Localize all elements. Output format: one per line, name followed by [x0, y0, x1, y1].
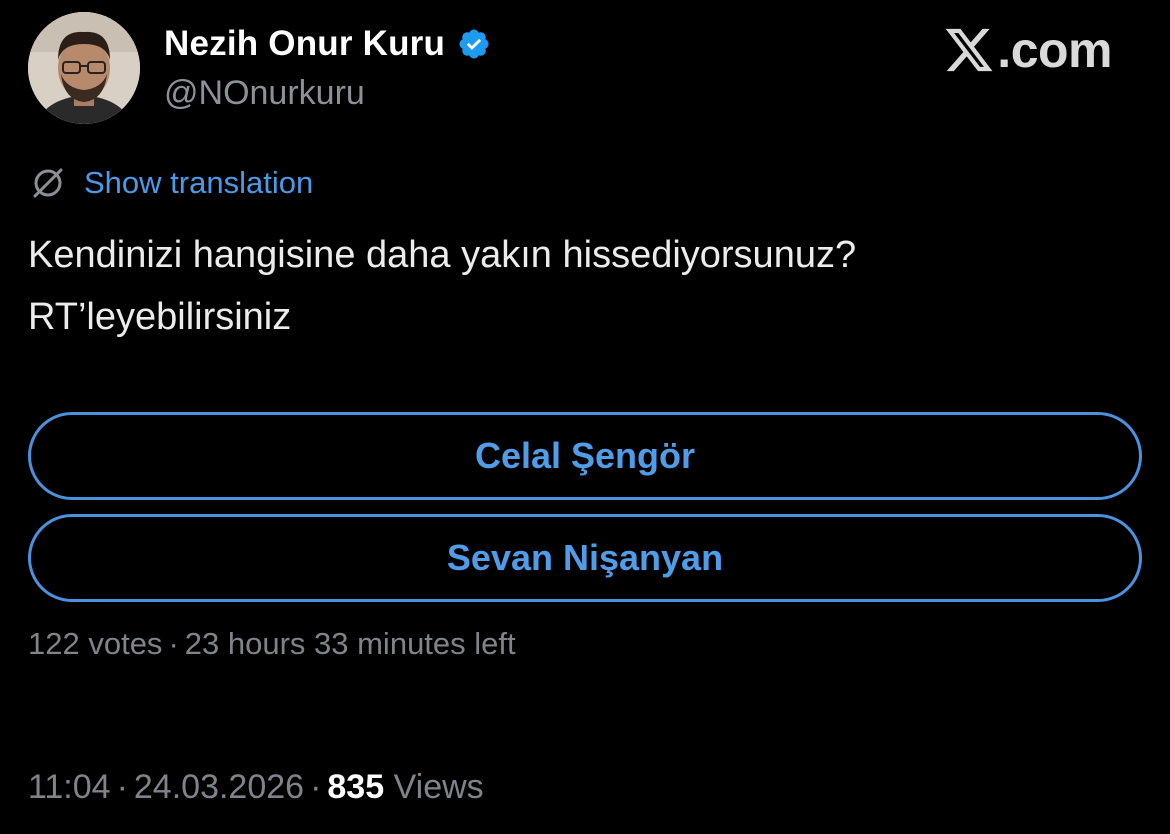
display-name-row: Nezih Onur Kuru — [164, 22, 491, 66]
tweet-date[interactable]: 24.03.2026 — [134, 768, 304, 806]
poll-option-button[interactable]: Celal Şengör — [28, 412, 1142, 500]
tweet-text-line: RT’leyebilirsiniz — [28, 296, 292, 338]
globe-slash-icon — [28, 163, 68, 203]
poll-vote-count: 122 votes — [28, 626, 163, 661]
views-count: 835 — [327, 768, 385, 806]
poll-time-left: 23 hours 33 minutes left — [184, 626, 516, 661]
poll-option-label: Sevan Nişanyan — [446, 537, 724, 578]
verified-badge-icon[interactable] — [457, 27, 491, 61]
avatar[interactable] — [28, 12, 140, 124]
display-name[interactable]: Nezih Onur Kuru — [164, 24, 445, 64]
author-handle[interactable]: @NOnurkuru — [164, 74, 365, 113]
show-translation-label[interactable]: Show translation — [84, 165, 313, 201]
tweet-meta: 11:04 · 24.03.2026 · 835 Views — [28, 768, 484, 807]
separator: · — [168, 626, 179, 661]
tweet-header: Nezih Onur Kuru @NOnurkuru .com — [28, 12, 1142, 124]
views-label: Views — [393, 768, 484, 806]
poll-option-label: Celal Şengör — [474, 435, 696, 476]
tweet-text-line: Kendinizi hangisine daha yakın hissediyo… — [28, 234, 857, 276]
tweet-text: Kendinizi hangisine daha yakın hissediyo… — [28, 224, 1138, 348]
tweet-screenshot: Nezih Onur Kuru @NOnurkuru .com Show tra… — [0, 0, 1170, 834]
avatar-portrait-icon — [28, 12, 140, 124]
separator: · — [310, 768, 322, 806]
separator: · — [116, 768, 128, 806]
poll-option-button[interactable]: Sevan Nişanyan — [28, 514, 1142, 602]
brand-text: .com — [997, 22, 1112, 78]
show-translation-link[interactable]: Show translation — [28, 162, 313, 204]
tweet-time[interactable]: 11:04 — [28, 768, 111, 806]
x-logo-icon — [943, 24, 995, 76]
brand-watermark: .com — [943, 18, 1112, 82]
poll-meta: 122 votes · 23 hours 33 minutes left — [28, 626, 516, 662]
